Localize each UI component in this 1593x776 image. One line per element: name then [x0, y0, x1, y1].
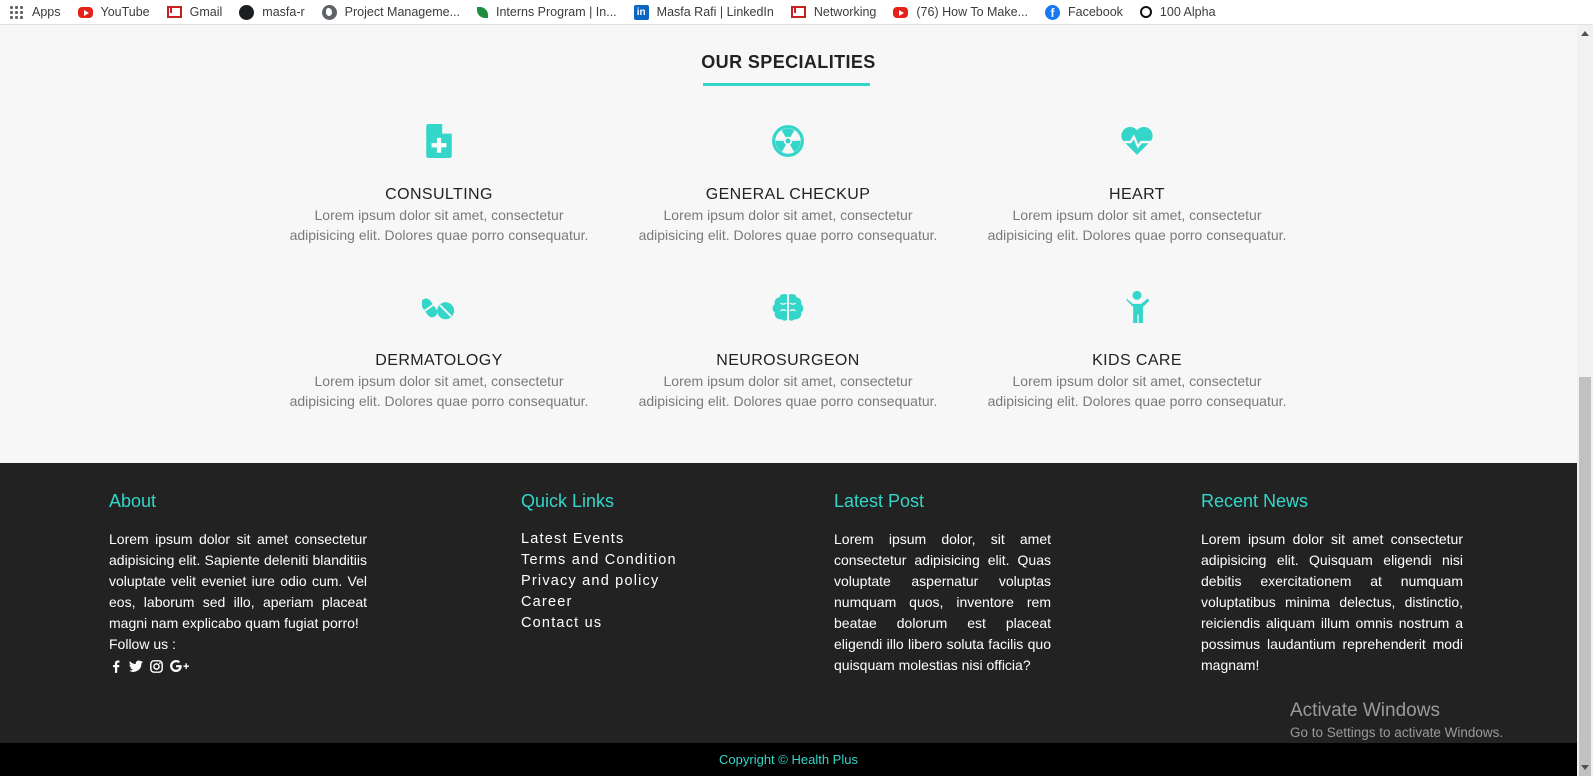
bookmark-label: Masfa Rafi | LinkedIn: [656, 5, 774, 19]
bookmark-label: Apps: [32, 5, 61, 19]
footer-heading: Quick Links: [521, 491, 615, 511]
specialities-section: OUR SPECIALITIES CONSULTING Lorem ipsum …: [0, 25, 1577, 463]
speciality-name: HEART: [1109, 186, 1165, 203]
footer-heading: About: [109, 491, 157, 511]
quick-link-privacy[interactable]: Privacy and policy: [521, 571, 721, 592]
social-links: [109, 659, 367, 673]
github-icon: [239, 4, 255, 20]
bookmark-github[interactable]: masfa-r: [239, 4, 305, 20]
speciality-description: Lorem ipsum dolor sit amet, consectetur …: [638, 207, 938, 243]
speciality-kids-care: KIDS CARE Lorem ipsum dolor sit amet, co…: [972, 289, 1302, 411]
gmail-icon: [790, 6, 806, 18]
bookmark-project-management[interactable]: Project Manageme...: [321, 4, 460, 20]
quick-link-latest-events[interactable]: Latest Events: [521, 529, 721, 550]
instagram-icon[interactable]: [149, 659, 163, 673]
title-underline: [703, 83, 870, 86]
youtube-icon: [77, 6, 93, 18]
brain-icon: [623, 289, 953, 325]
speciality-general-checkup: GENERAL CHECKUP Lorem ipsum dolor sit am…: [623, 123, 953, 245]
follow-us-label: Follow us :: [109, 636, 176, 652]
bookmark-100-alpha[interactable]: 100 Alpha: [1139, 5, 1216, 19]
footer-latest-post: Latest Post Lorem ipsum dolor, sit amet …: [834, 491, 1051, 676]
radiation-icon: [623, 123, 953, 159]
activate-windows-watermark: Activate Windows Go to Settings to activ…: [1290, 700, 1503, 740]
latest-post-text: Lorem ipsum dolor, sit amet consectetur …: [834, 531, 1051, 673]
bookmarks-bar: Apps YouTube Gmail masfa-r Project Manag…: [0, 0, 1593, 25]
copyright-text: Copyright © Health Plus: [719, 752, 858, 767]
speciality-description: Lorem ipsum dolor sit amet, consectetur …: [987, 207, 1287, 243]
speciality-name: NEUROSURGEON: [716, 352, 860, 369]
footer-recent-news: Recent News Lorem ipsum dolor sit amet c…: [1201, 491, 1463, 676]
bookmark-label: masfa-r: [262, 5, 305, 19]
watermark-subtitle: Go to Settings to activate Windows.: [1290, 725, 1504, 740]
speciality-name: KIDS CARE: [1092, 352, 1182, 369]
bookmark-label: YouTube: [100, 5, 150, 19]
speciality-consulting: CONSULTING Lorem ipsum dolor sit amet, c…: [274, 123, 604, 245]
facebook-icon[interactable]: [109, 659, 123, 673]
bookmark-gmail[interactable]: Gmail: [166, 5, 223, 19]
speciality-dermatology: DERMATOLOGY Lorem ipsum dolor sit amet, …: [274, 289, 604, 411]
leaf-icon: [477, 6, 488, 18]
speciality-description: Lorem ipsum dolor sit amet, consectetur …: [289, 373, 589, 409]
speciality-name: GENERAL CHECKUP: [705, 186, 871, 203]
speciality-heart: HEART Lorem ipsum dolor sit amet, consec…: [972, 123, 1302, 245]
copyright-bar: Copyright © Health Plus: [0, 743, 1577, 776]
bookmark-facebook[interactable]: f Facebook: [1045, 4, 1123, 20]
facebook-icon: f: [1045, 4, 1061, 20]
bookmark-label: Networking: [813, 5, 877, 19]
bookmark-youtube[interactable]: YouTube: [77, 5, 150, 19]
scroll-up-arrow-icon[interactable]: [1581, 31, 1589, 36]
youtube-icon: [893, 6, 909, 18]
bookmark-label: Facebook: [1068, 5, 1123, 19]
quick-link-contact[interactable]: Contact us: [521, 613, 721, 634]
scroll-down-arrow-icon[interactable]: [1581, 765, 1589, 770]
speciality-description: Lorem ipsum dolor sit amet, consectetur …: [289, 207, 589, 243]
bookmark-label: 100 Alpha: [1159, 5, 1216, 19]
bookmark-interns-program[interactable]: Interns Program | In...: [477, 5, 617, 19]
watermark-title: Activate Windows: [1290, 700, 1440, 721]
vertical-scrollbar[interactable]: [1577, 25, 1593, 776]
speciality-description: Lorem ipsum dolor sit amet, consectetur …: [987, 373, 1287, 409]
heartbeat-icon: [972, 123, 1302, 159]
bookmark-how-to-make[interactable]: (76) How To Make...: [893, 5, 1028, 19]
apps-grid-icon: [9, 4, 24, 20]
about-text: Lorem ipsum dolor sit amet consectetur a…: [109, 531, 367, 631]
bookmark-label: Project Manageme...: [344, 5, 460, 19]
speciality-description: Lorem ipsum dolor sit amet, consectetur …: [638, 373, 938, 409]
bookmark-linkedin[interactable]: in Masfa Rafi | LinkedIn: [633, 4, 774, 20]
scroll-thumb[interactable]: [1579, 377, 1591, 776]
quick-link-terms[interactable]: Terms and Condition: [521, 550, 721, 571]
footer-heading: Latest Post: [834, 491, 925, 511]
quick-link-career[interactable]: Career: [521, 592, 721, 613]
google-plus-icon[interactable]: [169, 659, 189, 673]
bookmark-label: Interns Program | In...: [496, 5, 617, 19]
alpha-icon: [1139, 6, 1152, 18]
globe-icon: [321, 4, 337, 20]
bookmark-networking[interactable]: Networking: [790, 5, 877, 19]
footer-quick-links: Quick Links Latest Events Terms and Cond…: [521, 491, 721, 634]
pills-icon: [274, 289, 604, 325]
section-title: OUR SPECIALITIES: [701, 52, 876, 72]
linkedin-icon: in: [633, 4, 649, 20]
speciality-name: DERMATOLOGY: [375, 352, 503, 369]
bookmark-label: Gmail: [189, 5, 223, 19]
bookmark-label: (76) How To Make...: [916, 5, 1029, 19]
footer-heading: Recent News: [1201, 491, 1309, 511]
gmail-icon: [166, 6, 182, 18]
footer-about: About Lorem ipsum dolor sit amet consect…: [109, 491, 367, 673]
speciality-neurosurgeon: NEUROSURGEON Lorem ipsum dolor sit amet,…: [623, 289, 953, 411]
child-icon: [972, 289, 1302, 325]
file-medical-icon: [274, 123, 604, 159]
recent-news-text: Lorem ipsum dolor sit amet consectetur a…: [1201, 531, 1463, 673]
speciality-name: CONSULTING: [385, 186, 493, 203]
bookmark-apps[interactable]: Apps: [9, 4, 61, 20]
twitter-icon[interactable]: [129, 659, 143, 673]
